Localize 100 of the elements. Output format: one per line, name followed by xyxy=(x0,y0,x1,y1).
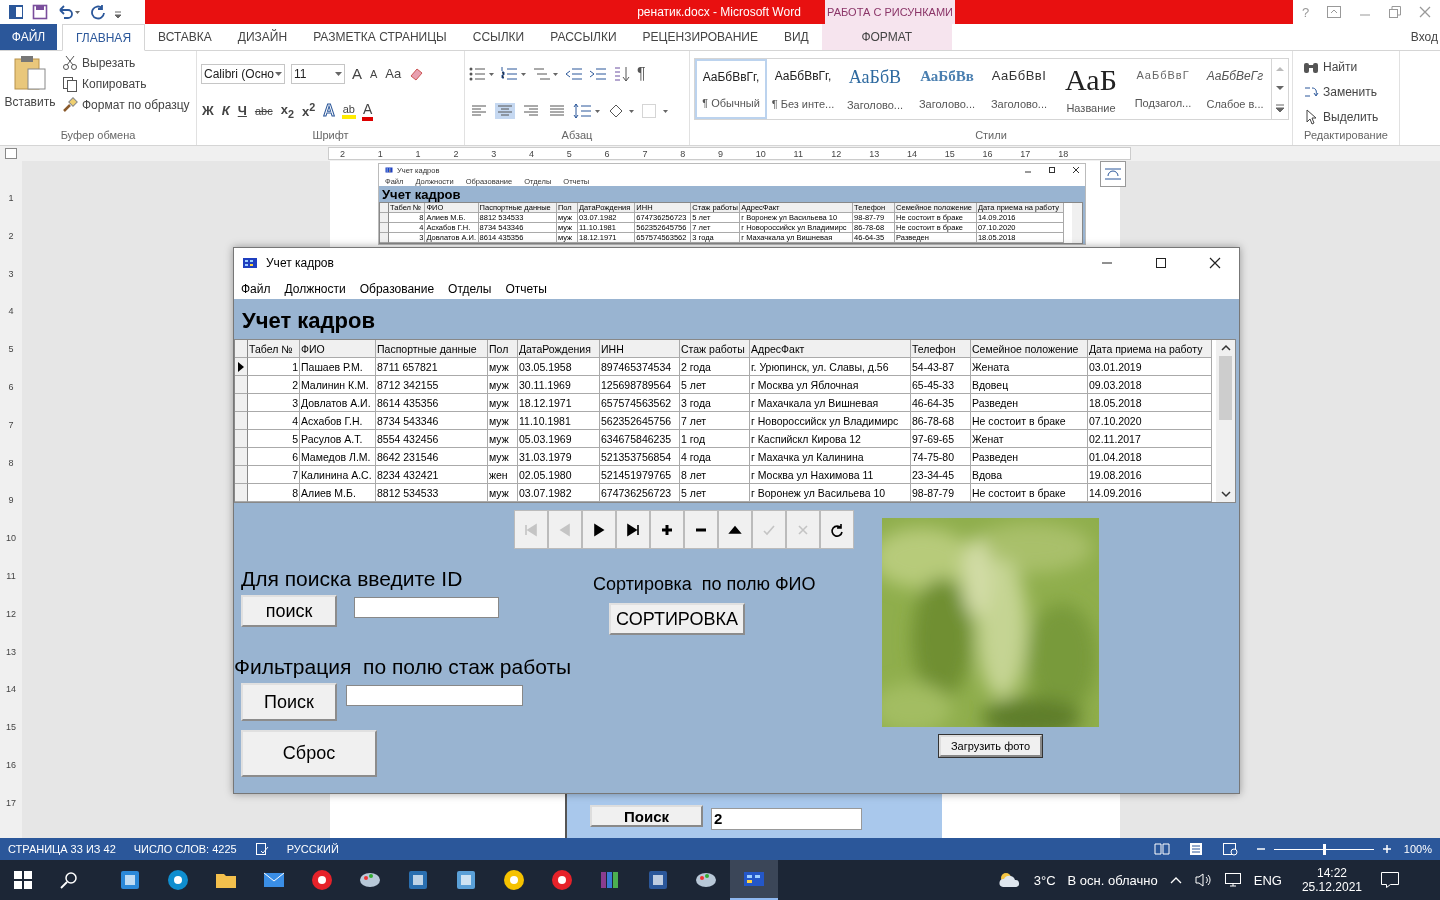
column-header[interactable]: АдресФакт xyxy=(750,340,911,358)
ruler-number: 9 xyxy=(8,495,14,508)
style-item[interactable]: АаБбВвГ Подзагол... xyxy=(1127,59,1199,119)
ribbon-tab[interactable]: РАССЫЛКИ xyxy=(537,24,630,50)
zoom-level[interactable]: 100% xyxy=(1403,843,1432,855)
font-size-field[interactable]: 11 xyxy=(291,63,345,84)
ruler-number: 14 xyxy=(906,148,918,159)
ruler-number: 17 xyxy=(6,797,16,810)
ruler-number: 3 xyxy=(491,148,498,159)
menu-item[interactable]: Отделы xyxy=(448,281,492,296)
table-cell: 23-34-45 xyxy=(911,466,971,484)
font-button[interactable]: abc xyxy=(253,104,274,117)
style-item[interactable]: АаБбВвГг, ¶ Обычный xyxy=(695,59,767,119)
ruler-number: 18 xyxy=(1058,148,1070,159)
reset-button[interactable]: Сброс xyxy=(241,730,377,777)
clipboard-command[interactable]: Формат по образцу xyxy=(62,97,190,113)
table-cell: 03.05.1958 xyxy=(518,358,600,376)
window-title: ренатик.docx - Microsoft Word xyxy=(637,5,801,19)
ribbon-tab[interactable]: РАЗМЕТКА СТРАНИЦЫ xyxy=(300,24,460,50)
upload-photo-button[interactable]: Загрузить фото xyxy=(938,735,1043,757)
sort-button[interactable]: СОРТИРОВКА xyxy=(609,603,745,635)
font-button[interactable]: x$_{2}$ xyxy=(279,101,295,120)
column-header[interactable]: Семейное положение xyxy=(971,340,1088,358)
column-header[interactable]: ИНН xyxy=(600,340,680,358)
style-item[interactable]: АаБбВвГг, ¶ Без инте... xyxy=(767,59,839,119)
style-item[interactable]: АаБ Название xyxy=(1055,59,1127,119)
column-header[interactable]: Табел № xyxy=(248,340,300,358)
sign-in-link[interactable]: Вход xyxy=(1410,30,1440,44)
font-button[interactable]: ab xyxy=(341,102,356,119)
word-count[interactable]: ЧИСЛО СЛОВ: 4225 xyxy=(133,843,237,855)
weather-condition[interactable]: В осн. облачно xyxy=(1067,872,1158,888)
horizontal-ruler[interactable]: 2 1 1 2 3 4 5 6 7 8 9 10 11 12 13 14 15 16 17 18 xyxy=(328,147,1131,160)
table-cell: муж xyxy=(488,376,518,394)
style-item[interactable]: АаБбВв Заголово... xyxy=(911,59,983,119)
editing-command[interactable]: Выделить xyxy=(1303,108,1395,125)
ribbon-tab[interactable]: ГЛАВНАЯ xyxy=(62,24,146,51)
table-cell: 8554 432456 xyxy=(376,430,488,448)
menu-item[interactable]: Отчеты xyxy=(505,281,547,296)
clipboard-command[interactable]: Вырезать xyxy=(62,55,190,71)
ribbon-tab[interactable]: ВИД xyxy=(771,24,822,50)
menu-item[interactable]: Должности xyxy=(284,281,346,296)
ribbon-tab[interactable]: ФАЙЛ xyxy=(0,24,57,50)
ribbon-tab[interactable]: ФОРМАТ xyxy=(821,24,952,50)
search-label: Для поиска введите ID xyxy=(241,567,464,591)
show-marks-button[interactable]: ¶ xyxy=(637,65,646,83)
table-cell: 5 лет xyxy=(680,484,750,502)
column-header[interactable]: ФИО xyxy=(300,340,376,358)
table-cell: 09.03.2018 xyxy=(1088,376,1212,394)
filter-button[interactable]: Поиск xyxy=(241,683,337,721)
table-cell: 8 лет xyxy=(680,466,750,484)
group-label: Шрифт xyxy=(311,129,350,143)
table-cell: 1 год xyxy=(680,430,750,448)
style-item[interactable]: АаБбВ Заголово... xyxy=(839,59,911,119)
style-item[interactable]: АаБбВеГг Слабое в... xyxy=(1199,59,1271,119)
editing-command[interactable]: Найти xyxy=(1303,59,1395,76)
column-header[interactable]: Стаж работы xyxy=(680,340,750,358)
page-count[interactable]: СТРАНИЦА 33 ИЗ 42 xyxy=(8,843,116,855)
clock-time[interactable]: 14:22 xyxy=(1316,866,1347,880)
font-button[interactable]: Aa xyxy=(384,66,403,81)
font-button[interactable]: Ж xyxy=(201,103,215,118)
table-cell: Калинина А.С. xyxy=(300,466,376,484)
table-cell: муж xyxy=(488,484,518,502)
weather-temperature[interactable]: 3°C xyxy=(1033,872,1056,888)
column-header[interactable]: ДатаРождения xyxy=(518,340,600,358)
table-cell: 46-64-35 xyxy=(911,394,971,412)
font-button[interactable]: К xyxy=(220,103,231,118)
vertical-ruler[interactable]: 1 2 3 4 5 6 7 8 9 10 11 12 13 14 15 16 17 xyxy=(0,161,22,838)
font-button[interactable]: A xyxy=(369,67,379,80)
column-header[interactable]: Дата приема на работу xyxy=(1088,340,1212,358)
style-item[interactable]: АаБбВвI Заголово... xyxy=(983,59,1055,119)
ruler-number: 10 xyxy=(6,533,16,546)
table-cell: Не состоит в браке xyxy=(971,412,1088,430)
paste-button[interactable]: Вставить xyxy=(4,55,56,129)
font-name-field[interactable]: Calibri (Осно xyxy=(201,63,285,84)
search-button[interactable]: поиск xyxy=(241,595,337,627)
ruler-number: 11 xyxy=(793,148,804,159)
font-button[interactable]: x$^{2}$ xyxy=(300,101,317,120)
ruler-number: 8 xyxy=(8,457,14,470)
font-button[interactable]: Ч xyxy=(236,103,248,118)
ruler-number: 8 xyxy=(680,148,687,159)
menu-item[interactable]: Файл xyxy=(241,281,271,296)
font-button[interactable]: A xyxy=(362,100,374,121)
column-header[interactable]: Пол xyxy=(488,340,518,358)
clock-date[interactable]: 25.12.2021 xyxy=(1301,880,1362,894)
ruler-number: 17 xyxy=(1020,148,1032,159)
font-button[interactable]: A xyxy=(351,65,363,82)
clipboard-command[interactable]: Копировать xyxy=(62,76,190,92)
language-indicator[interactable]: РУССКИЙ xyxy=(286,843,339,855)
table-cell: г Москва ул Нахимова 11 xyxy=(750,466,911,484)
column-header[interactable]: Телефон xyxy=(911,340,971,358)
table-cell: 18.12.1971 xyxy=(518,394,600,412)
column-header[interactable]: Паспортные данные xyxy=(376,340,488,358)
ribbon-tab[interactable]: ВСТАВКА xyxy=(145,24,225,50)
ribbon-tab[interactable]: ССЫЛКИ xyxy=(459,24,538,50)
ribbon-tab[interactable]: ДИЗАЙН xyxy=(224,24,301,50)
ribbon-tab[interactable]: РЕЦЕНЗИРОВАНИЕ xyxy=(629,24,771,50)
menu-item[interactable]: Образование xyxy=(359,281,435,296)
editing-command[interactable]: Заменить xyxy=(1303,84,1395,100)
keyboard-language[interactable]: ENG xyxy=(1253,872,1282,888)
table-cell: 897465374534 xyxy=(600,358,680,376)
